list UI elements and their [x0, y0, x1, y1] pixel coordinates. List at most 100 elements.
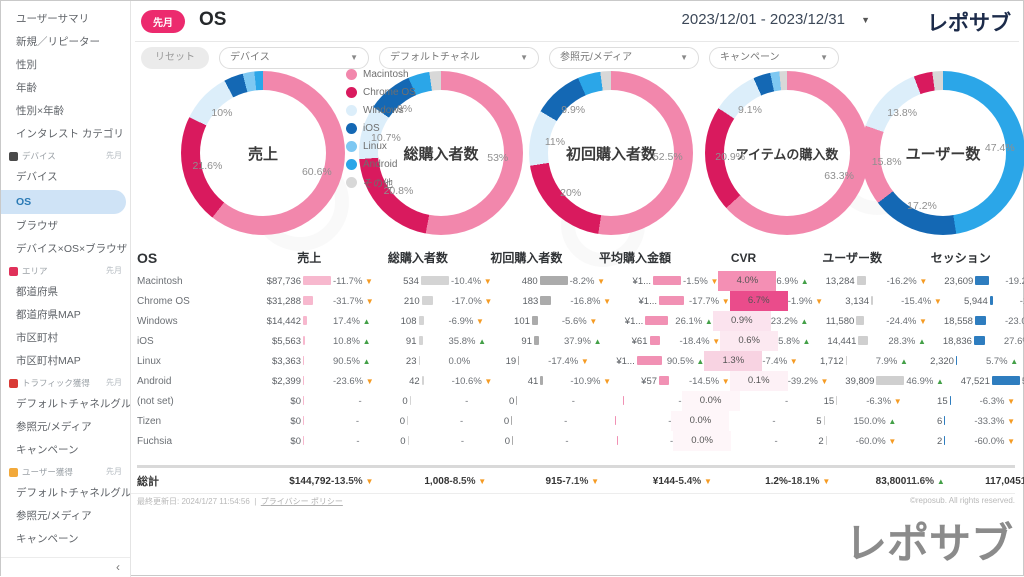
- value-bar: [303, 396, 304, 405]
- value-bar: [836, 396, 837, 405]
- value-bar: [419, 356, 420, 365]
- sidebar-section-header: トラフィック獲得先月: [1, 373, 130, 393]
- sidebar-item-[interactable]: デフォルトチャネルグループ: [1, 482, 130, 505]
- table-row[interactable]: Android$2,399-23.6% ▼42-10.6% ▼41-10.9% …: [137, 371, 1015, 391]
- down-arrow-icon: ▼: [1007, 397, 1015, 406]
- value-bar: [532, 316, 538, 325]
- delta-cell: 90.5% ▲: [333, 356, 371, 367]
- sidebar-item-[interactable]: デフォルトチャネルグループ: [1, 393, 130, 416]
- delta-cell: -: [440, 396, 469, 407]
- slice-label: 60.6%: [302, 166, 332, 178]
- down-arrow-icon: ▼: [815, 297, 823, 306]
- slice-label: 10%: [211, 107, 232, 119]
- sidebar-item-[interactable]: 市区町村: [1, 327, 130, 350]
- period-badge[interactable]: 先月: [141, 10, 185, 33]
- column-header-3[interactable]: 初回購入者数: [472, 245, 581, 271]
- table-row[interactable]: Linux$3,36390.5% ▲230.0%19-17.4% ▼¥1...9…: [137, 351, 1015, 371]
- delta-cell: 26.1% ▲: [675, 316, 713, 327]
- delta-cell: -10.6% ▼: [452, 376, 493, 387]
- sidebar-item-[interactable]: 性別×年齢: [1, 100, 130, 123]
- column-header-0[interactable]: OS: [137, 245, 255, 271]
- total-label: 総計: [137, 473, 255, 489]
- sidebar-item-[interactable]: 年齢: [1, 77, 130, 100]
- sidebar-item-map[interactable]: 市区町村MAP: [1, 350, 130, 373]
- value-bar: [540, 376, 543, 385]
- table-row[interactable]: Macintosh$87,736-11.7% ▼534-10.4% ▼480-8…: [137, 271, 1015, 291]
- sidebar-item-[interactable]: キャンペーン: [1, 439, 130, 462]
- sidebar-item-[interactable]: 参照元/メディア: [1, 416, 130, 439]
- sidebar-item-[interactable]: 都道府県: [1, 281, 130, 304]
- sidebar-item-[interactable]: デバイス: [1, 166, 130, 189]
- column-header-5[interactable]: CVR: [689, 245, 798, 271]
- monitor-icon: [9, 152, 18, 161]
- sidebar-item-[interactable]: ブラウザ: [1, 215, 130, 238]
- table-row[interactable]: Windows$14,44217.4% ▲108-6.9% ▼101-5.6% …: [137, 311, 1015, 331]
- value-cell: 13,284: [809, 276, 855, 287]
- column-header-7[interactable]: セッション: [906, 245, 1015, 271]
- legend-item: iOS: [346, 119, 416, 137]
- down-arrow-icon: ▼: [919, 317, 927, 326]
- delta-cell: -17.7% ▼: [689, 296, 730, 307]
- donut-title: ユーザー数: [906, 143, 981, 164]
- sidebar-item-[interactable]: ユーザーサマリ: [1, 8, 130, 31]
- column-header-2[interactable]: 総購入者数: [364, 245, 473, 271]
- column-header-1[interactable]: 売上: [255, 245, 364, 271]
- table-row[interactable]: Chrome OS$31,288-31.7% ▼210-17.0% ▼183-1…: [137, 291, 1015, 311]
- value-cell: $0: [255, 436, 301, 447]
- value-cell: 47,521: [944, 376, 990, 387]
- cvr-heat-cell: 4.0%: [718, 271, 776, 291]
- value-cell: 101: [484, 316, 530, 327]
- down-arrow-icon: ▼: [603, 297, 611, 306]
- table-row[interactable]: iOS$5,56310.8% ▲9135.8% ▲9137.9% ▲¥61-18…: [137, 331, 1015, 351]
- up-arrow-icon: ▲: [478, 337, 486, 346]
- sidebar-section-header: ユーザー獲得先月: [1, 462, 130, 482]
- value-cell: 23: [371, 356, 417, 367]
- delta-cell: -: [438, 436, 465, 447]
- value-bar: [650, 336, 660, 345]
- value-bar: [540, 276, 568, 285]
- slice-label: 9.1%: [738, 104, 762, 116]
- sidebar-item-map[interactable]: 都道府県MAP: [1, 304, 130, 327]
- legend-item: Macintosh: [346, 65, 416, 83]
- date-range-picker[interactable]: 2023/12/01 - 2023/12/31: [682, 11, 845, 28]
- sidebar-item-[interactable]: 新規／リピーター: [1, 31, 130, 54]
- value-bar: [512, 436, 513, 445]
- table-row[interactable]: Tizen$0-0-0--0.0%-5150.0% ▲6-33.3% ▼: [137, 411, 1015, 431]
- down-arrow-icon: ▼: [581, 357, 589, 366]
- delta-cell: -16.2% ▼: [887, 276, 928, 287]
- value-bar: [516, 396, 517, 405]
- slice-label: 20%: [560, 187, 581, 199]
- cvr-heat-cell: 0.0%: [671, 411, 729, 431]
- down-arrow-icon: ▼: [484, 377, 492, 386]
- up-arrow-icon: ▲: [363, 357, 371, 366]
- column-header-4[interactable]: 平均購入金額: [581, 245, 690, 271]
- value-cell: ¥61: [602, 336, 648, 347]
- os-cell: Android: [137, 376, 255, 387]
- column-header-6[interactable]: ユーザー数: [798, 245, 907, 271]
- down-arrow-icon: ▼: [1007, 437, 1015, 446]
- cvr-heat-cell: 0.0%: [682, 391, 740, 411]
- sidebar-collapse-button[interactable]: ‹: [1, 557, 130, 577]
- delta-cell: -24.4% ▼: [886, 316, 927, 327]
- value-bar: [944, 416, 945, 425]
- slice-label: 11%: [545, 136, 565, 148]
- value-bar: [876, 376, 904, 385]
- value-cell: 11,580: [808, 316, 854, 327]
- delta-cell: 90.5% ▲: [667, 356, 705, 367]
- sidebar-item-[interactable]: 参照元/メディア: [1, 505, 130, 528]
- sidebar-item-os[interactable]: OS: [1, 190, 126, 214]
- privacy-policy-link[interactable]: プライバシー ポリシー: [261, 497, 343, 506]
- sidebar-item-[interactable]: キャンペーン: [1, 528, 130, 551]
- value-bar: [617, 436, 618, 445]
- sidebar-item-os[interactable]: デバイス×OS×ブラウザ: [1, 238, 130, 261]
- legend-swatch: [346, 141, 357, 152]
- value-cell: $14,442: [255, 316, 301, 327]
- table-row[interactable]: (not set)$0-0-0--0.0%-15-6.3% ▼15-6.3% ▼: [137, 391, 1015, 411]
- delta-cell: -33.3% ▼: [974, 416, 1015, 427]
- chevron-down-icon[interactable]: ▼: [861, 15, 870, 25]
- sidebar-item-[interactable]: インタレスト カテゴリ: [1, 123, 130, 146]
- value-cell: 2: [896, 436, 942, 447]
- value-bar: [826, 436, 827, 445]
- table-row[interactable]: Fuchsia$0-0-0--0.0%-2-60.0% ▼2-60.0% ▼: [137, 431, 1015, 451]
- sidebar-item-[interactable]: 性別: [1, 54, 130, 77]
